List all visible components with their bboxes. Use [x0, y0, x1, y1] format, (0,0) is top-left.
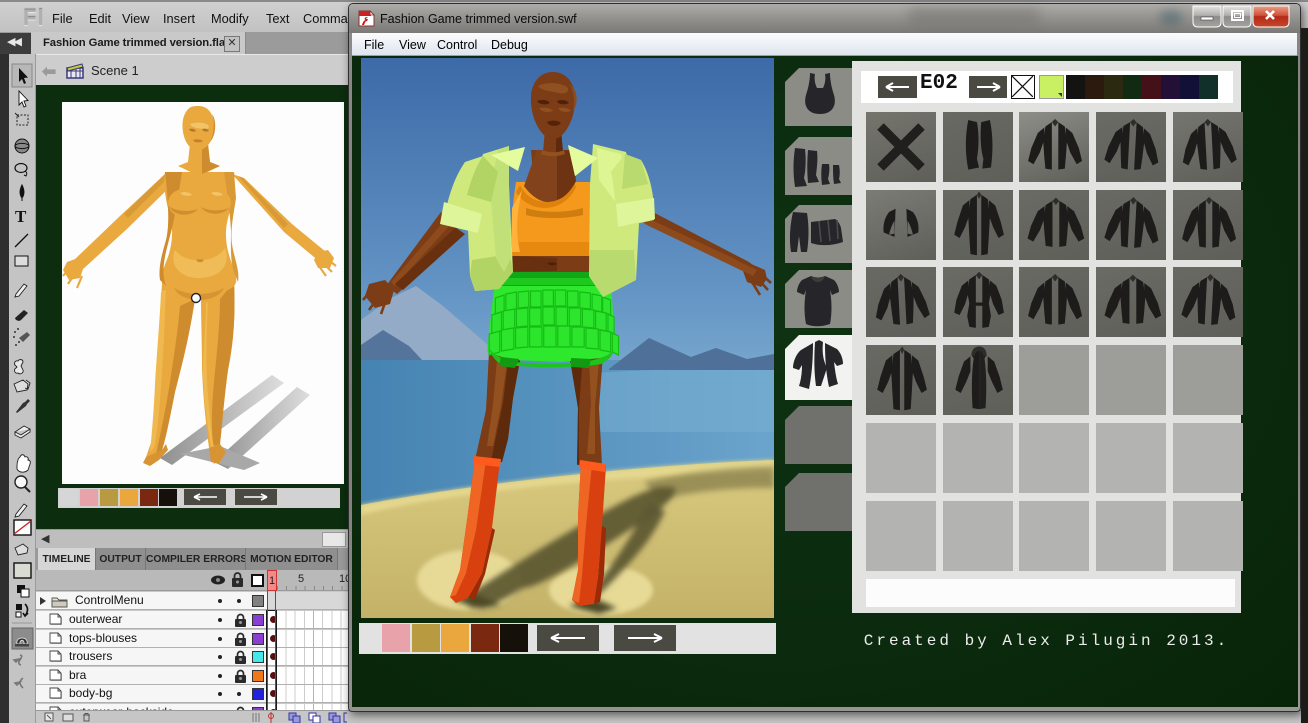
svg-text:T: T: [15, 207, 27, 226]
